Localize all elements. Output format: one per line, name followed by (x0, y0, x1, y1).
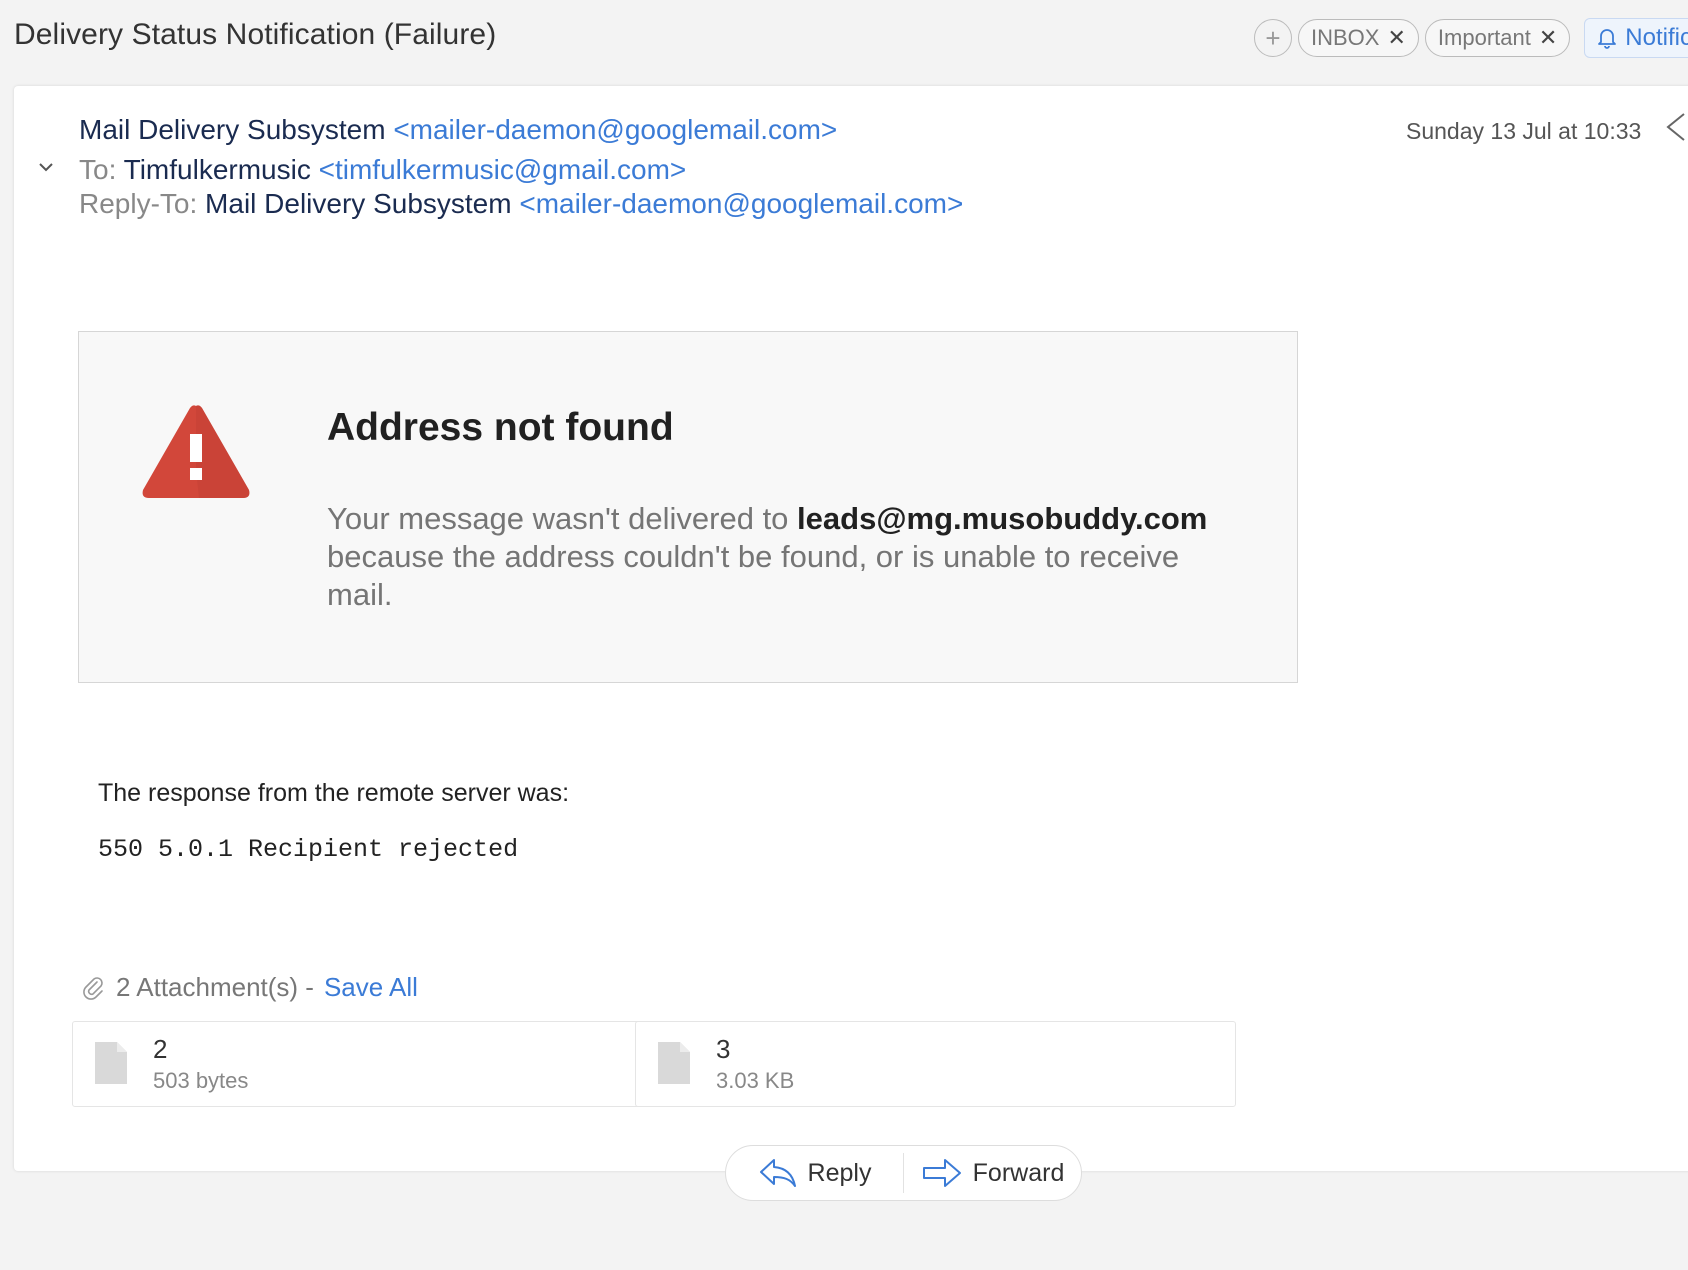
to-label: To: (79, 154, 117, 185)
reply-to-address[interactable]: <mailer-daemon@googlemail.com> (519, 188, 963, 219)
plus-icon: + (1265, 23, 1281, 53)
file-icon (95, 1042, 127, 1089)
tag-label: INBOX (1311, 25, 1380, 50)
action-bar: Reply Forward (725, 1145, 1082, 1201)
alert-box: Address not found Your message wasn't de… (78, 331, 1298, 683)
paperclip-icon (83, 976, 103, 1000)
close-icon[interactable]: ✕ (1539, 25, 1557, 51)
attachment-item[interactable]: 2 503 bytes (72, 1021, 673, 1107)
file-icon (658, 1042, 690, 1089)
email-card: Mail Delivery Subsystem <mailer-daemon@g… (14, 86, 1688, 1171)
from-address[interactable]: <mailer-daemon@googlemail.com> (393, 114, 837, 145)
alert-message: Your message wasn't delivered to leads@m… (327, 500, 1227, 614)
tag-inbox[interactable]: INBOX ✕ (1298, 19, 1419, 57)
attachments-header: 2 Attachment(s) - Save All (82, 972, 418, 1003)
alert-message-suffix: because the address couldn't be found, o… (327, 539, 1180, 612)
attachment-name: 3 (716, 1034, 731, 1064)
email-date: Sunday 13 Jul at 10:33 (1406, 118, 1642, 144)
reply-to-label: Reply-To: (79, 188, 198, 219)
alert-recipient: leads@mg.musobuddy.com (797, 501, 1208, 536)
notification-button[interactable]: Notific (1584, 18, 1688, 58)
to-line: To: Timfulkermusic <timfulkermusic@gmail… (79, 154, 686, 186)
to-address[interactable]: <timfulkermusic@gmail.com> (319, 154, 687, 185)
bell-icon (1598, 29, 1617, 49)
reply-to-line: Reply-To: Mail Delivery Subsystem <maile… (79, 188, 963, 220)
reply-button[interactable]: Reply (726, 1146, 903, 1200)
forward-label: Forward (972, 1158, 1065, 1187)
forward-button[interactable]: Forward (904, 1146, 1081, 1200)
alert-title: Address not found (327, 406, 674, 449)
attachment-item[interactable]: 3 3.03 KB (635, 1021, 1236, 1107)
close-icon[interactable]: ✕ (1387, 25, 1405, 51)
response-code: 550 5.0.1 Recipient rejected (98, 835, 519, 864)
tag-label: Important (1437, 25, 1531, 50)
attachment-size: 503 bytes (153, 1068, 249, 1093)
forward-arrow-icon (922, 1159, 961, 1187)
attachment-name: 2 (153, 1034, 168, 1064)
reply-to-name[interactable]: Mail Delivery Subsystem (205, 188, 512, 219)
tag-important[interactable]: Important ✕ (1424, 19, 1571, 57)
alert-message-prefix: Your message wasn't delivered to (327, 501, 798, 536)
page-title: Delivery Status Notification (Failure) (14, 18, 497, 51)
response-label: The response from the remote server was: (98, 779, 570, 807)
add-tag-button[interactable]: + (1254, 19, 1292, 57)
from-name[interactable]: Mail Delivery Subsystem (79, 114, 386, 145)
reply-icon (759, 1159, 796, 1187)
warning-triangle-icon (139, 400, 253, 507)
tag-bar: + INBOX ✕ Important ✕ Notific (1254, 18, 1688, 58)
reply-arrow-icon[interactable] (1664, 112, 1686, 147)
to-name[interactable]: Timfulkermusic (124, 154, 311, 185)
reply-label: Reply (807, 1158, 872, 1187)
chevron-down-icon[interactable] (38, 156, 54, 179)
notification-label: Notific (1625, 24, 1688, 51)
attachments-summary: 2 Attachment(s) - (116, 972, 314, 1002)
attachment-size: 3.03 KB (716, 1068, 795, 1093)
from-line: Mail Delivery Subsystem <mailer-daemon@g… (79, 114, 837, 146)
save-all-link[interactable]: Save All (324, 972, 418, 1003)
